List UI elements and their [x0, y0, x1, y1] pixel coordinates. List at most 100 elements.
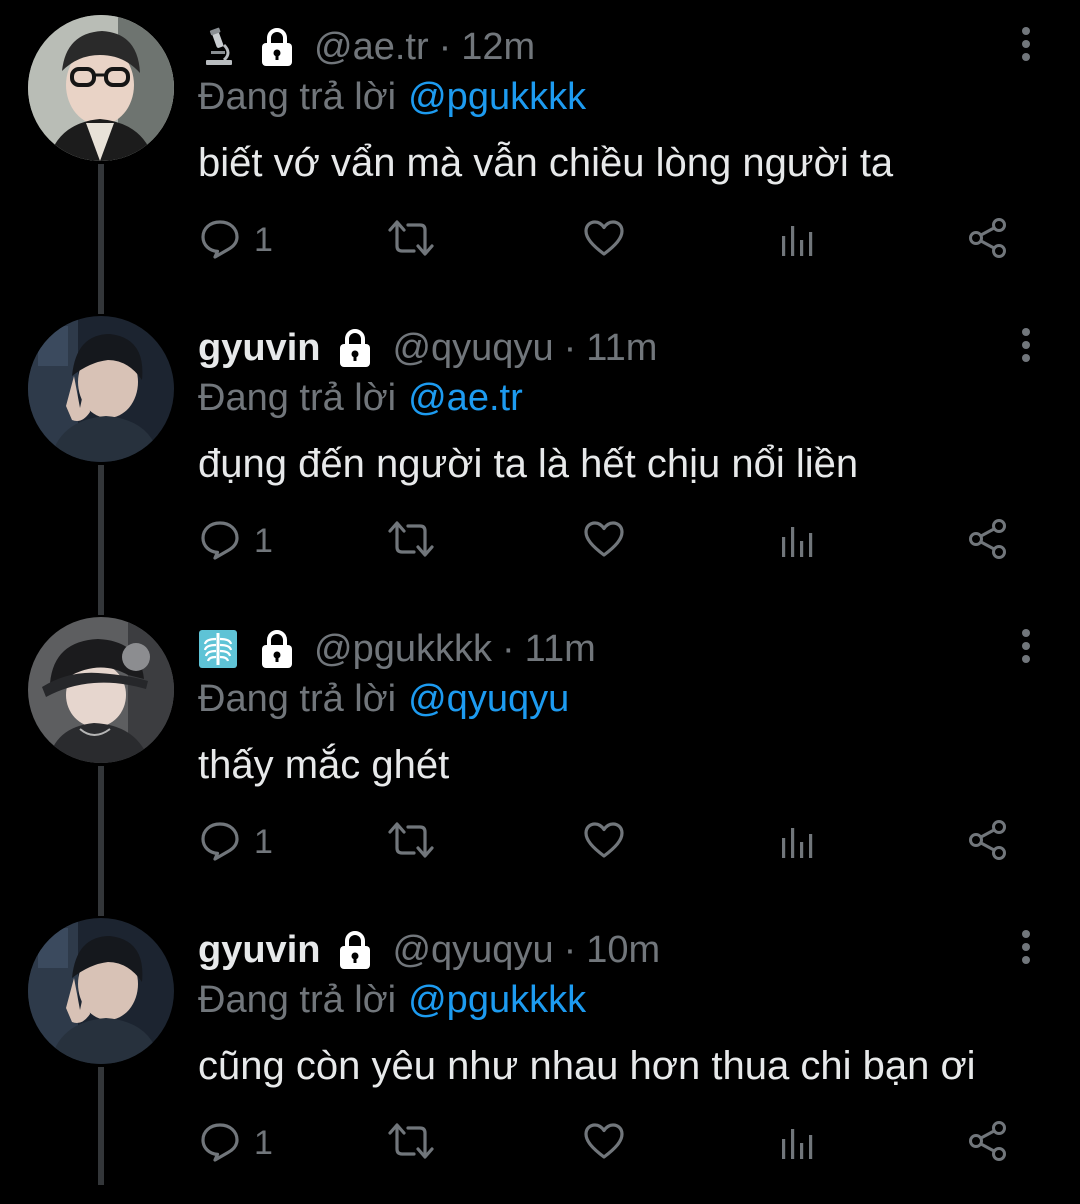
- reply-count: 1: [254, 521, 273, 560]
- separator: ·: [438, 25, 452, 68]
- replying-to-handle[interactable]: @qyuqyu: [408, 678, 569, 720]
- views-button[interactable]: [776, 218, 820, 262]
- share-icon: [966, 1119, 1010, 1168]
- heart-icon: [582, 517, 626, 566]
- reply-icon: [198, 818, 242, 867]
- analytics-icon: [776, 818, 820, 867]
- share-icon: [966, 216, 1010, 265]
- replying-to-label: Đang trả lời: [198, 377, 397, 419]
- share-icon: [966, 517, 1010, 566]
- retweet-icon: [386, 1119, 436, 1168]
- timestamp[interactable]: 11m: [586, 327, 657, 370]
- reply-icon: [198, 216, 242, 265]
- like-button[interactable]: [582, 519, 626, 563]
- reply-button[interactable]: 1: [198, 519, 273, 563]
- reply-icon: [198, 1119, 242, 1168]
- reply-count: 1: [254, 822, 273, 861]
- tweet-actions: 1: [198, 1111, 1018, 1175]
- views-button[interactable]: [776, 820, 820, 864]
- tweet-text: cũng còn yêu như nhau hơn thua chi bạn ơ…: [198, 1044, 976, 1088]
- like-button[interactable]: [582, 1121, 626, 1165]
- lock-icon: [332, 325, 378, 371]
- tweet-header: @ae.tr · 12m: [198, 20, 535, 74]
- avatar[interactable]: [28, 918, 174, 1064]
- like-button[interactable]: [582, 820, 626, 864]
- tweet-header: gyuvin @qyuqyu · 11m: [198, 321, 657, 375]
- retweet-button[interactable]: [386, 519, 436, 563]
- user-handle[interactable]: @qyuqyu: [392, 929, 553, 972]
- tweet[interactable]: @pgukkkk · 11m Đang trả lời @qyuqyu thấy …: [0, 602, 1080, 903]
- reply-button[interactable]: 1: [198, 1121, 273, 1165]
- share-button[interactable]: [966, 818, 1010, 867]
- replying-to-label: Đang trả lời: [198, 678, 397, 720]
- more-options-icon[interactable]: [1016, 24, 1036, 64]
- reply-count: 1: [254, 220, 273, 259]
- separator: ·: [563, 326, 577, 369]
- replying-to-handle[interactable]: @ae.tr: [408, 377, 523, 419]
- tweet-text: đụng đến người ta là hết chịu nổi liền: [198, 442, 859, 486]
- more-options-icon[interactable]: [1016, 927, 1036, 967]
- replying-to-handle[interactable]: @pgukkkk: [408, 76, 586, 118]
- tweet[interactable]: gyuvin @qyuqyu · 11m Đang trả lời @ae.tr …: [0, 301, 1080, 602]
- display-name[interactable]: gyuvin: [198, 327, 320, 370]
- separator: ·: [501, 627, 515, 670]
- replying-to: Đang trả lời @pgukkkk: [198, 977, 586, 1023]
- tweet[interactable]: gyuvin @qyuqyu · 10m Đang trả lời @pgukkk…: [0, 903, 1080, 1204]
- retweet-icon: [386, 517, 436, 566]
- reply-count: 1: [254, 1123, 273, 1162]
- tweet-actions: 1: [198, 810, 1018, 874]
- microscope-icon: [198, 27, 238, 67]
- views-button[interactable]: [776, 519, 820, 563]
- retweet-button[interactable]: [386, 820, 436, 864]
- retweet-icon: [386, 216, 436, 265]
- replying-to-label: Đang trả lời: [198, 979, 397, 1021]
- display-name[interactable]: gyuvin: [198, 929, 320, 972]
- timestamp[interactable]: 10m: [586, 929, 660, 972]
- heart-icon: [582, 818, 626, 867]
- reply-icon: [198, 517, 242, 566]
- share-button[interactable]: [966, 1119, 1010, 1168]
- user-handle[interactable]: @ae.tr: [314, 26, 429, 69]
- timestamp[interactable]: 12m: [461, 26, 535, 69]
- tweet-header: @pgukkkk · 11m: [198, 622, 596, 676]
- analytics-icon: [776, 517, 820, 566]
- analytics-icon: [776, 1119, 820, 1168]
- lock-icon: [254, 24, 300, 70]
- analytics-icon: [776, 216, 820, 265]
- timestamp[interactable]: 11m: [525, 628, 596, 671]
- tweet-actions: 1: [198, 509, 1018, 573]
- tweet-header: gyuvin @qyuqyu · 10m: [198, 923, 660, 977]
- separator: ·: [563, 928, 577, 971]
- replying-to: Đang trả lời @ae.tr: [198, 375, 523, 421]
- reply-button[interactable]: 1: [198, 218, 273, 262]
- heart-icon: [582, 216, 626, 265]
- views-button[interactable]: [776, 1121, 820, 1165]
- retweet-icon: [386, 818, 436, 867]
- replying-to: Đang trả lời @qyuqyu: [198, 676, 569, 722]
- user-handle[interactable]: @pgukkkk: [314, 628, 492, 671]
- more-options-icon[interactable]: [1016, 325, 1036, 365]
- replying-to: Đang trả lời @pgukkkk: [198, 74, 586, 120]
- tweet-text: biết vớ vẩn mà vẫn chiều lòng người ta: [198, 141, 894, 185]
- retweet-button[interactable]: [386, 1121, 436, 1165]
- share-icon: [966, 818, 1010, 867]
- heart-icon: [582, 1119, 626, 1168]
- avatar[interactable]: [28, 15, 174, 161]
- avatar[interactable]: [28, 316, 174, 462]
- tweet-actions: 1: [198, 208, 1018, 272]
- share-button[interactable]: [966, 517, 1010, 566]
- more-options-icon[interactable]: [1016, 626, 1036, 666]
- reply-button[interactable]: 1: [198, 820, 273, 864]
- like-button[interactable]: [582, 218, 626, 262]
- x-ray-icon: [198, 629, 238, 669]
- replying-to-handle[interactable]: @pgukkkk: [408, 979, 586, 1021]
- user-handle[interactable]: @qyuqyu: [392, 327, 553, 370]
- share-button[interactable]: [966, 216, 1010, 265]
- avatar[interactable]: [28, 617, 174, 763]
- replying-to-label: Đang trả lời: [198, 76, 397, 118]
- tweet-text: thấy mắc ghét: [198, 743, 450, 787]
- retweet-button[interactable]: [386, 218, 436, 262]
- tweet[interactable]: @ae.tr · 12m Đang trả lời @pgukkkk biết v…: [0, 0, 1080, 301]
- lock-icon: [254, 626, 300, 672]
- lock-icon: [332, 927, 378, 973]
